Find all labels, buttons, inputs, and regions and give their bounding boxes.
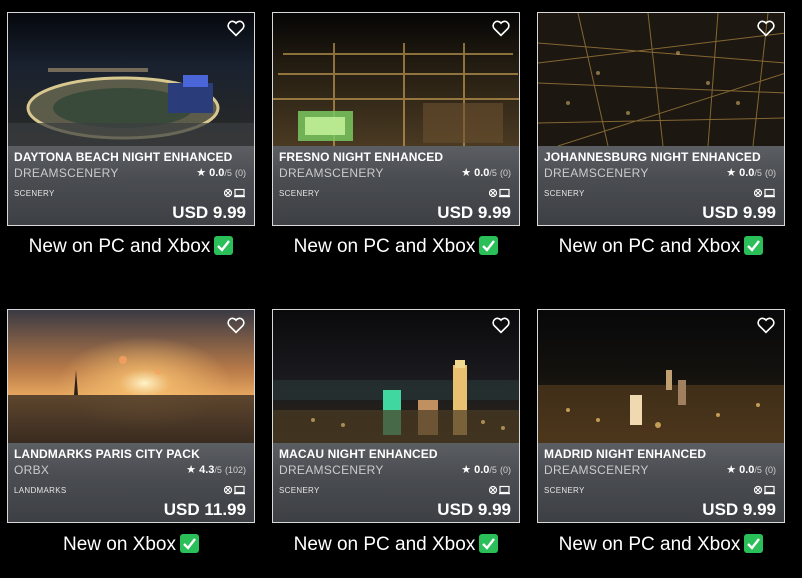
pc-icon <box>234 485 245 494</box>
card-price: USD 9.99 <box>172 203 246 222</box>
heart-icon[interactable] <box>756 316 776 334</box>
card-publisher: DREAMSCENERY <box>279 463 384 477</box>
availability-caption: New on PC and Xbox <box>272 534 520 556</box>
availability-caption: New on PC and Xbox <box>7 236 255 258</box>
star-icon: ★ <box>726 464 737 476</box>
thumbnail-madrid <box>538 310 784 443</box>
card-info: LANDMARKS PARIS CITY PACK ORBX ★ 4.3/5 (… <box>8 443 254 522</box>
availability-caption: New on Xbox <box>7 534 255 556</box>
heart-icon[interactable] <box>491 316 511 334</box>
heart-icon[interactable] <box>491 19 511 37</box>
card-rating: ★ 0.0/5 (0) <box>726 464 776 476</box>
card-rating: ★ 0.0/5 (0) <box>461 167 511 179</box>
product-card-johannesburg[interactable]: JOHANNESBURG NIGHT ENHANCED DREAMSCENERY… <box>537 12 785 226</box>
product-card-paris[interactable]: LANDMARKS PARIS CITY PACK ORBX ★ 4.3/5 (… <box>7 309 255 523</box>
card-category: LANDMARKS <box>14 486 67 495</box>
card-title: MADRID NIGHT ENHANCED <box>544 447 707 461</box>
product-card-daytona[interactable]: DAYTONA BEACH NIGHT ENHANCED DREAMSCENER… <box>7 12 255 226</box>
checkmark-icon <box>744 236 764 255</box>
heart-icon[interactable] <box>756 19 776 37</box>
checkmark-icon <box>479 236 499 255</box>
pc-icon <box>764 188 775 197</box>
star-icon: ★ <box>196 167 207 179</box>
card-info: MADRID NIGHT ENHANCED DREAMSCENERY ★ 0.0… <box>538 443 784 522</box>
card-title: MACAU NIGHT ENHANCED <box>279 447 438 461</box>
card-publisher: ORBX <box>14 463 50 477</box>
heart-icon[interactable] <box>226 19 246 37</box>
card-price: USD 9.99 <box>702 203 776 222</box>
thumbnail-daytona <box>8 13 254 146</box>
card-rating: ★ 0.0/5 (0) <box>726 167 776 179</box>
card-category: SCENERY <box>14 189 55 198</box>
card-publisher: DREAMSCENERY <box>544 463 649 477</box>
checkmark-icon <box>744 534 764 553</box>
thumbnail-macau <box>273 310 519 443</box>
card-info: JOHANNESBURG NIGHT ENHANCED DREAMSCENERY… <box>538 146 784 225</box>
thumbnail-johannesburg <box>538 13 784 146</box>
checkmark-icon <box>180 534 199 553</box>
card-category: SCENERY <box>279 189 320 198</box>
pc-icon <box>499 188 510 197</box>
platform-icons <box>489 485 510 495</box>
product-card-madrid[interactable]: MADRID NIGHT ENHANCED DREAMSCENERY ★ 0.0… <box>537 309 785 523</box>
star-icon: ★ <box>461 167 472 179</box>
star-icon: ★ <box>186 464 197 476</box>
card-publisher: DREAMSCENERY <box>14 166 119 180</box>
card-rating: ★ 0.0/5 (0) <box>461 464 511 476</box>
platform-icons <box>754 188 775 198</box>
card-category: SCENERY <box>544 189 585 198</box>
card-rating: ★ 0.0/5 (0) <box>196 167 246 179</box>
platform-icons <box>754 485 775 495</box>
card-price: USD 11.99 <box>163 500 246 519</box>
platform-icons <box>224 485 245 495</box>
heart-icon[interactable] <box>226 316 246 334</box>
platform-icons <box>224 188 245 198</box>
availability-caption: New on PC and Xbox <box>272 236 520 258</box>
card-info: MACAU NIGHT ENHANCED DREAMSCENERY ★ 0.0/… <box>273 443 519 522</box>
checkmark-icon <box>214 236 234 255</box>
card-category: SCENERY <box>279 486 320 495</box>
pc-icon <box>764 485 775 494</box>
card-price: USD 9.99 <box>437 500 511 519</box>
thumbnail-fresno <box>273 13 519 146</box>
pc-icon <box>234 188 245 197</box>
product-card-fresno[interactable]: FRESNO NIGHT ENHANCED DREAMSCENERY ★ 0.0… <box>272 12 520 226</box>
availability-caption: New on PC and Xbox <box>537 236 785 258</box>
card-publisher: DREAMSCENERY <box>544 166 649 180</box>
card-category: SCENERY <box>544 486 585 495</box>
card-title: FRESNO NIGHT ENHANCED <box>279 150 444 164</box>
checkmark-icon <box>479 534 499 553</box>
card-title: LANDMARKS PARIS CITY PACK <box>14 447 200 461</box>
pc-icon <box>499 485 510 494</box>
star-icon: ★ <box>461 464 472 476</box>
card-price: USD 9.99 <box>437 203 511 222</box>
card-info: FRESNO NIGHT ENHANCED DREAMSCENERY ★ 0.0… <box>273 146 519 225</box>
card-rating: ★ 4.3/5 (102) <box>186 464 246 476</box>
product-card-macau[interactable]: MACAU NIGHT ENHANCED DREAMSCENERY ★ 0.0/… <box>272 309 520 523</box>
card-title: JOHANNESBURG NIGHT ENHANCED <box>544 150 761 164</box>
thumbnail-paris <box>8 310 254 443</box>
card-publisher: DREAMSCENERY <box>279 166 384 180</box>
card-price: USD 9.99 <box>702 500 776 519</box>
card-info: DAYTONA BEACH NIGHT ENHANCED DREAMSCENER… <box>8 146 254 225</box>
card-title: DAYTONA BEACH NIGHT ENHANCED <box>14 150 233 164</box>
availability-caption: New on PC and Xbox <box>537 534 785 556</box>
star-icon: ★ <box>726 167 737 179</box>
platform-icons <box>489 188 510 198</box>
